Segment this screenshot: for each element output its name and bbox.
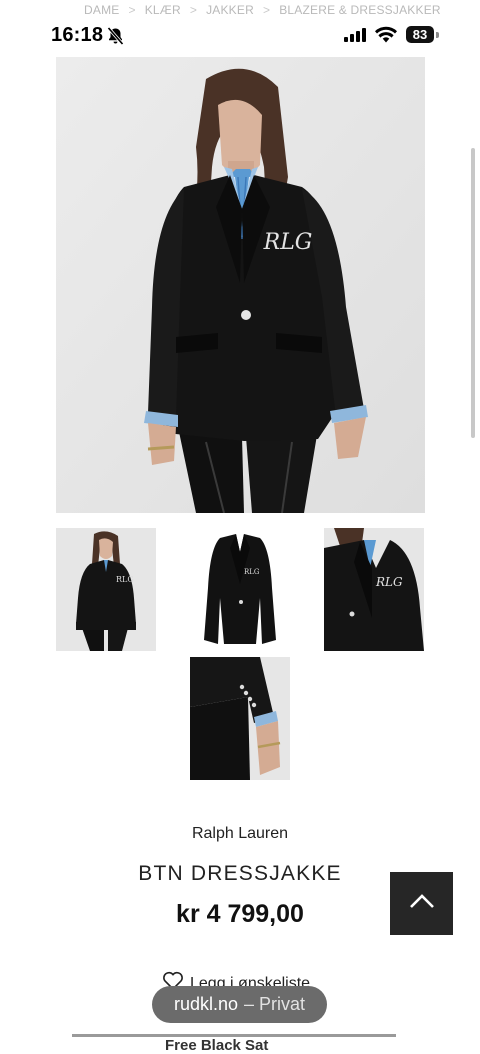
bell-slash-icon (107, 26, 124, 50)
thumbnail-crest-closeup: RLG (324, 528, 424, 651)
signal-icon (344, 28, 368, 47)
battery-cap (436, 32, 439, 38)
thumbnail-model-front: RLG (56, 528, 156, 651)
breadcrumb-separator: > (262, 3, 271, 17)
browser-private-label: – Privat (244, 994, 306, 1014)
breadcrumb-separator: > (189, 3, 198, 17)
thumbnail-2[interactable]: RLG (190, 528, 290, 651)
thumbnail-sleeve-detail (190, 657, 290, 780)
thumbnail-crest: RLG (375, 575, 403, 589)
browser-address-pill[interactable]: rudkl.no – Privat (152, 986, 327, 1023)
thumbnail-crest: RLG (244, 568, 260, 576)
wifi-icon (375, 26, 397, 48)
breadcrumb-item-jakker[interactable]: JAKKER (206, 3, 254, 17)
breadcrumb: DAME > KLÆR > JAKKER > BLAZERE & DRESSJA… (84, 3, 441, 17)
scrollbar[interactable] (471, 148, 475, 438)
thumbnail-blazer-flat: RLG (190, 528, 290, 651)
breadcrumb-separator: > (128, 3, 136, 17)
main-image[interactable]: RLG (56, 57, 425, 513)
chevron-up-icon (409, 893, 435, 914)
breadcrumb-item-dame[interactable]: DAME (84, 3, 119, 17)
footer-text-partial: Free Black Sat (165, 1037, 269, 1054)
product-brand[interactable]: Ralph Lauren (0, 825, 480, 843)
battery-icon: 83 (406, 26, 434, 43)
breadcrumb-item-blazere[interactable]: BLAZERE & DRESSJAKKER (279, 3, 441, 17)
status-bar: 16:18 83 (0, 22, 480, 50)
breadcrumb-item-klaer[interactable]: KLÆR (145, 3, 181, 17)
thumbnail-3[interactable]: RLG (324, 528, 424, 651)
back-to-top-button[interactable] (390, 872, 453, 935)
browser-domain: rudkl.no (173, 994, 238, 1014)
thumbnail-1[interactable]: RLG (56, 528, 156, 651)
product-photo-model: RLG (56, 57, 425, 513)
thumbnail-crest: RLG (116, 575, 134, 584)
thumbnail-4[interactable] (190, 657, 290, 780)
status-time: 16:18 (51, 24, 104, 46)
monogram-crest: RLG (263, 230, 313, 255)
